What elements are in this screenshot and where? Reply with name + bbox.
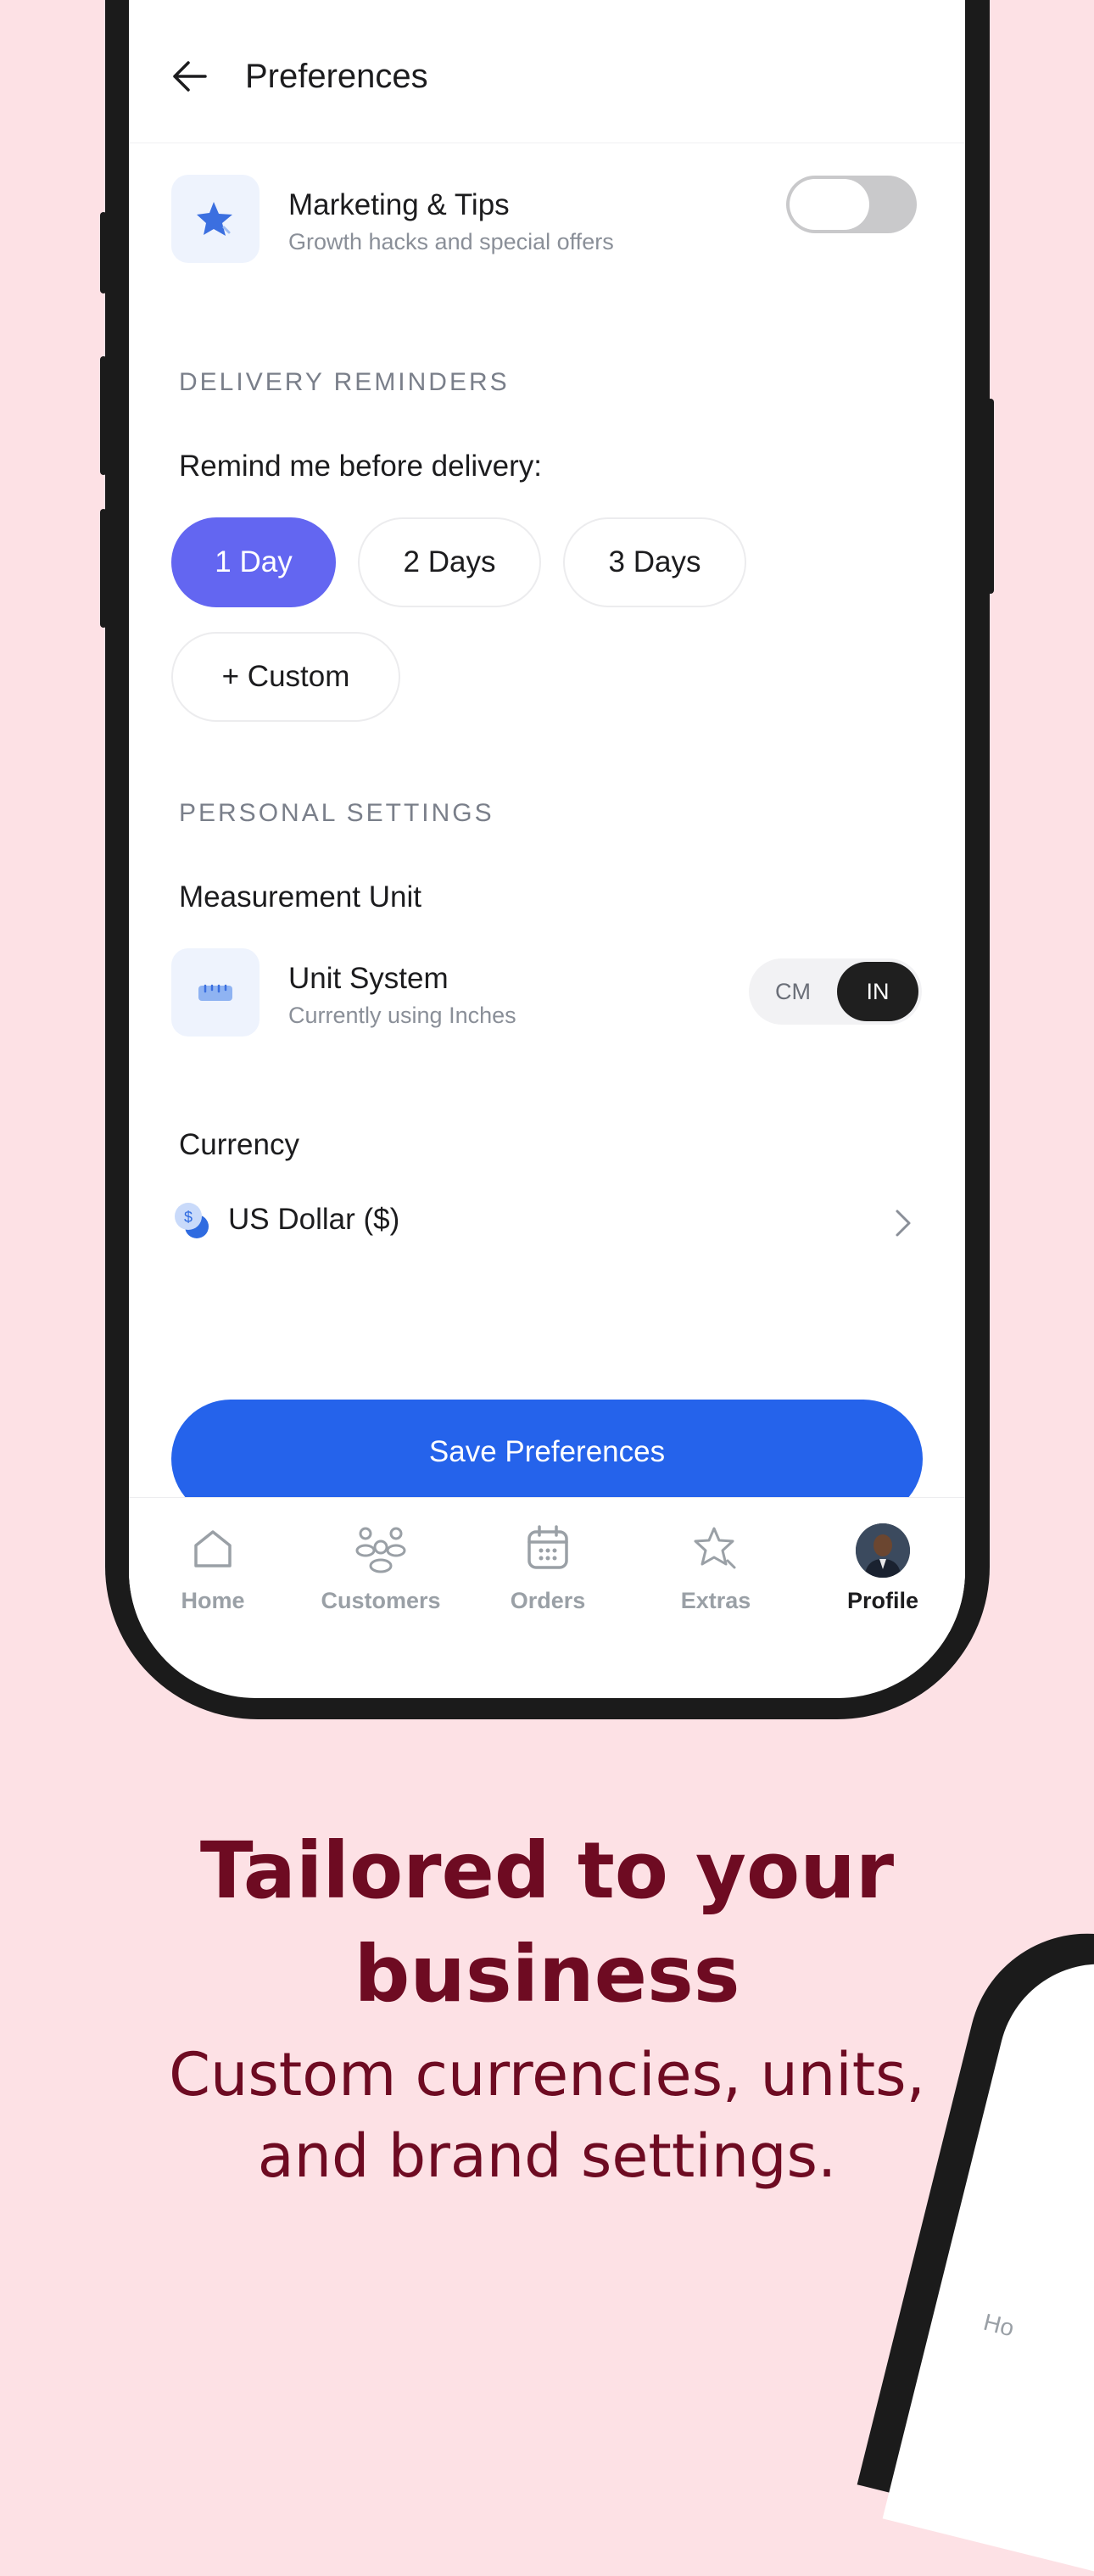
tab-customers-label: Customers — [321, 1588, 441, 1613]
unit-option-in[interactable]: IN — [837, 962, 918, 1021]
tab-customers[interactable]: Customers — [304, 1498, 457, 1632]
coin-icon: $ — [175, 1203, 209, 1238]
headline-line-2: business — [354, 1929, 740, 2020]
unit-icon-tile — [171, 948, 260, 1037]
toggle-knob — [790, 179, 869, 230]
subline-line-2: and brand settings. — [257, 2121, 837, 2191]
marketing-icon-tile — [171, 175, 260, 263]
marketing-subtitle: Growth hacks and special offers — [288, 229, 614, 254]
home-icon — [194, 1530, 232, 1567]
tab-orders[interactable]: Orders — [472, 1498, 624, 1632]
customers-icon — [355, 1527, 406, 1573]
marketing-title: Marketing & Tips — [288, 188, 510, 221]
currency-value: US Dollar ($) — [228, 1203, 400, 1236]
back-button[interactable] — [171, 59, 214, 93]
delivery-prompt: Remind me before delivery: — [179, 450, 542, 483]
phone-volume-down-button — [100, 509, 107, 628]
unit-subtitle: Currently using Inches — [288, 1003, 516, 1028]
measurement-label: Measurement Unit — [179, 880, 421, 914]
chip-2-days[interactable]: 2 Days — [358, 517, 541, 607]
sparkle-star-icon — [197, 202, 232, 236]
tab-extras-label: Extras — [680, 1588, 751, 1613]
tab-home[interactable]: Home — [137, 1498, 289, 1632]
app-screen: Preferences Marketing & Tips Growth hack… — [129, 0, 965, 1698]
tab-home-label: Home — [181, 1588, 245, 1613]
personal-section-title: PERSONAL SETTINGS — [179, 799, 494, 827]
chip-custom[interactable]: + Custom — [171, 632, 400, 722]
profile-avatar — [856, 1523, 910, 1578]
ruler-icon — [198, 984, 232, 1001]
calendar-icon — [527, 1525, 568, 1569]
marketing-subline: Custom currencies, units, and brand sett… — [0, 2034, 1094, 2197]
phone-volume-up-button — [100, 356, 107, 475]
unit-segmented-control: CM IN — [749, 958, 922, 1025]
chevron-right-icon — [896, 1210, 911, 1237]
marketing-headline: Tailored to your business — [0, 1819, 1094, 2026]
sparkle-star-outline-icon — [694, 1527, 736, 1569]
tab-orders-label: Orders — [510, 1588, 586, 1613]
page-title: Preferences — [245, 58, 428, 95]
tab-bar: Home Customers Orders Extras Profile — [129, 1497, 965, 1632]
unit-title: Unit System — [288, 962, 449, 995]
tab-profile-label: Profile — [846, 1588, 919, 1613]
top-bar: Preferences — [129, 0, 965, 143]
currency-row[interactable]: $ US Dollar ($) — [171, 1187, 923, 1255]
secondary-tab-label: Ho — [980, 2308, 1017, 2342]
unit-option-cm[interactable]: CM — [752, 962, 834, 1021]
tab-extras[interactable]: Extras — [639, 1498, 792, 1632]
currency-label: Currency — [179, 1128, 299, 1161]
arrow-left-icon — [173, 61, 207, 92]
chip-3-days[interactable]: 3 Days — [563, 517, 746, 607]
svg-text:$: $ — [184, 1209, 193, 1226]
tab-profile[interactable]: Profile — [807, 1498, 959, 1632]
phone-mute-button — [100, 212, 107, 293]
phone-power-button — [987, 399, 994, 594]
marketing-toggle[interactable] — [786, 176, 917, 233]
avatar-portrait-icon — [856, 1523, 910, 1578]
headline-line-1: Tailored to your — [199, 1825, 895, 1916]
chip-1-day[interactable]: 1 Day — [171, 517, 336, 607]
delivery-section-title: DELIVERY REMINDERS — [179, 368, 510, 396]
subline-line-1: Custom currencies, units, — [169, 2040, 925, 2109]
